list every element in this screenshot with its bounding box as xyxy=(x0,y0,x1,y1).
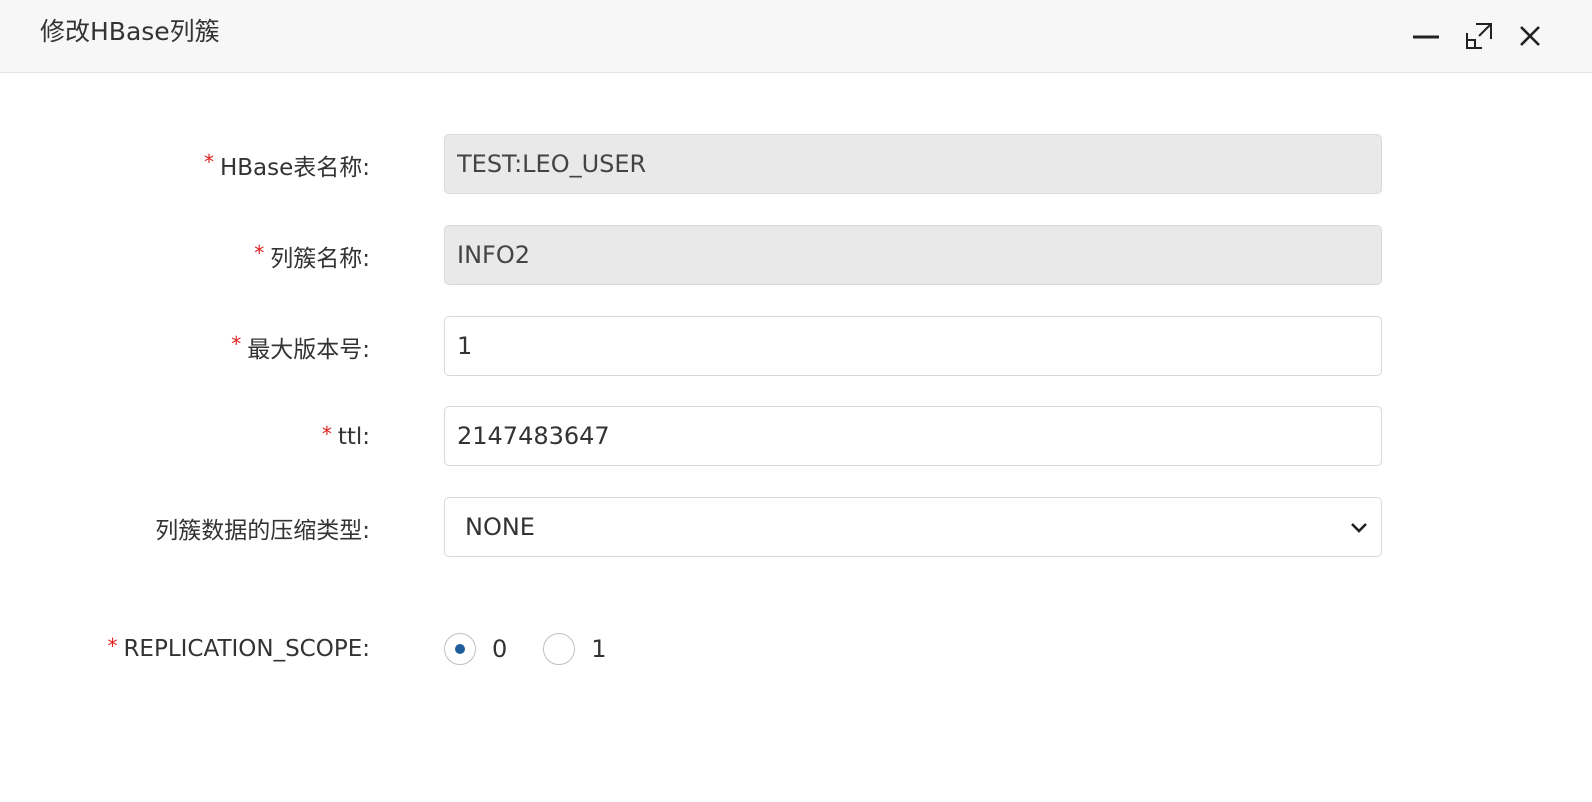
minimize-icon xyxy=(1413,35,1439,39)
form-row-replication-scope: * REPLICATION_SCOPE: 0 1 xyxy=(0,618,1592,680)
required-mark: * xyxy=(107,634,118,658)
replication-scope-radio-group: 0 1 xyxy=(444,618,643,680)
dialog-title: 修改HBase列簇 xyxy=(40,17,220,46)
max-versions-label-text: 最大版本号: xyxy=(247,337,370,363)
form-row-ttl: * ttl: xyxy=(0,406,1592,468)
maximize-icon xyxy=(1466,23,1492,49)
edit-column-family-dialog: 修改HBase列簇 * HBase表名称: TEST:LEO_USER * 列簇… xyxy=(0,0,1592,802)
ttl-input[interactable] xyxy=(444,406,1382,466)
max-versions-input[interactable] xyxy=(444,316,1382,376)
table-name-input[interactable] xyxy=(444,134,1382,194)
replication-scope-label-text: REPLICATION_SCOPE: xyxy=(123,636,370,662)
compression-label: 列簇数据的压缩类型: xyxy=(155,497,370,559)
required-mark: * xyxy=(203,150,214,174)
form-row-family-name: * 列簇名称: xyxy=(0,225,1592,287)
dialog-titlebar: 修改HBase列簇 xyxy=(0,0,1592,73)
radio-label: 1 xyxy=(591,635,607,663)
max-versions-label: * 最大版本号: xyxy=(231,316,370,378)
required-mark: * xyxy=(254,241,265,265)
radio-label: 0 xyxy=(492,635,508,663)
replication-scope-option-1[interactable]: 1 xyxy=(543,633,607,665)
required-mark: * xyxy=(231,332,242,356)
maximize-button[interactable] xyxy=(1461,18,1497,54)
required-mark: * xyxy=(321,422,332,446)
close-button[interactable] xyxy=(1512,18,1548,54)
family-name-input[interactable] xyxy=(444,225,1382,285)
chevron-down-icon xyxy=(1351,523,1367,533)
family-name-label-text: 列簇名称: xyxy=(270,246,370,272)
radio-button[interactable] xyxy=(543,633,576,665)
ttl-label: * ttl: xyxy=(322,406,370,468)
family-name-label: * 列簇名称: xyxy=(254,225,370,287)
table-name-label: * HBase表名称: xyxy=(204,134,370,196)
form-row-max-versions: * 最大版本号: xyxy=(0,316,1592,378)
radio-dot xyxy=(455,644,465,654)
form-row-table-name: * HBase表名称: xyxy=(0,134,1592,196)
replication-scope-label: * REPLICATION_SCOPE: xyxy=(107,618,370,680)
form-row-compression: 列簇数据的压缩类型: NONE xyxy=(0,497,1592,559)
ttl-label-text: ttl: xyxy=(337,424,370,450)
compression-select-value: NONE xyxy=(465,513,535,541)
compression-label-text: 列簇数据的压缩类型: xyxy=(155,518,370,544)
close-icon xyxy=(1520,26,1540,46)
replication-scope-option-0[interactable]: 0 xyxy=(444,633,507,665)
radio-button-selected[interactable] xyxy=(444,633,476,665)
table-name-label-text: HBase表名称: xyxy=(219,155,370,181)
compression-select[interactable]: NONE xyxy=(444,497,1382,557)
minimize-button[interactable] xyxy=(1408,18,1444,54)
